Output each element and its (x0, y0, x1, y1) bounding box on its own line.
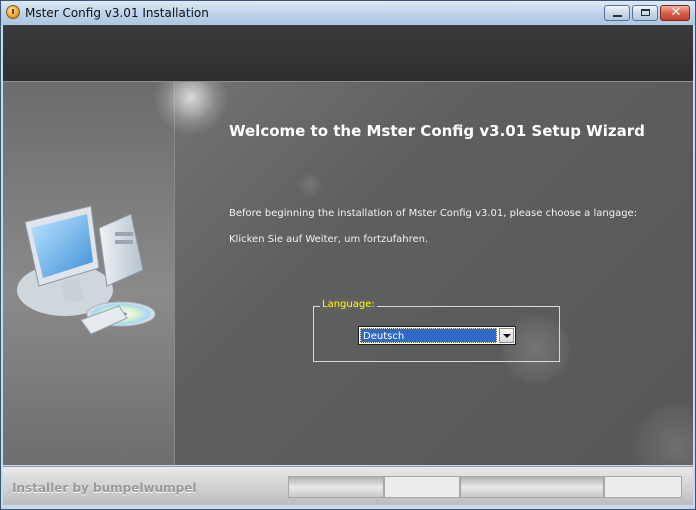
minimize-button[interactable] (604, 5, 630, 21)
bubble-decoration (297, 172, 323, 198)
maximize-button[interactable] (632, 5, 658, 21)
language-select[interactable]: Deutsch (358, 326, 516, 345)
footer-button-slot[interactable] (460, 476, 604, 498)
bubble-decoration (633, 402, 693, 465)
wizard-side-panel (3, 82, 175, 465)
window-title: Mster Config v3.01 Installation (25, 6, 209, 20)
close-button[interactable]: ✕ (660, 5, 690, 21)
wizard-heading: Welcome to the Mster Config v3.01 Setup … (229, 122, 645, 140)
minimize-icon (613, 15, 622, 17)
language-label: Language: (320, 299, 377, 310)
installer-app-icon (6, 5, 20, 19)
header-band (3, 25, 693, 82)
footer-button-slot[interactable] (288, 476, 384, 498)
language-groupbox: Language: Deutsch (313, 299, 560, 362)
title-bar[interactable]: Mster Config v3.01 Installation ✕ (1, 1, 695, 25)
intro-text: Before beginning the installation of Mst… (229, 208, 638, 219)
footer-button-slot[interactable] (604, 476, 682, 498)
wizard-footer: Installer by bumpelwumpel (3, 466, 693, 505)
installer-window: Mster Config v3.01 Installation ✕ Welcom… (0, 0, 696, 510)
wizard-content: Welcome to the Mster Config v3.01 Setup … (3, 82, 693, 465)
close-icon: ✕ (670, 5, 682, 20)
footer-button-slot[interactable] (384, 476, 460, 498)
installer-branding: Installer by bumpelwumpel (12, 481, 197, 495)
computer-with-cd-illustration (17, 205, 156, 335)
chevron-down-icon[interactable] (499, 328, 514, 343)
continue-text: Klicken Sie auf Weiter, um fortzufahren. (229, 234, 429, 245)
maximize-icon (641, 9, 650, 16)
language-selected-value: Deutsch (360, 328, 497, 343)
